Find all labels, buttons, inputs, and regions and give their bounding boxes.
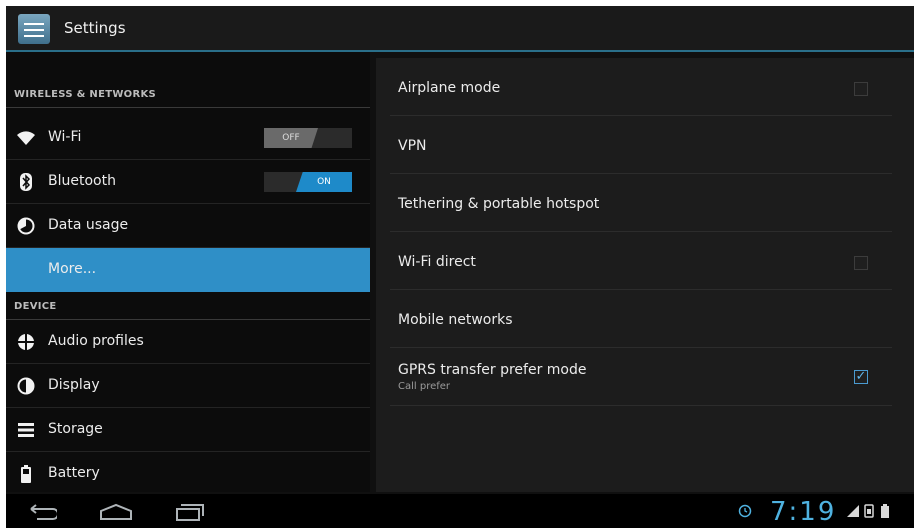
wifi-direct-checkbox[interactable] [854,256,868,270]
action-bar: Settings [6,6,914,52]
sidebar-item-label: Storage [48,421,103,437]
sidebar-item-wifi[interactable]: Wi-Fi OFF [6,116,370,160]
alarm-icon [738,503,752,522]
sidebar-item-data-usage[interactable]: Data usage [6,204,370,248]
setting-label: VPN [398,138,427,154]
sidebar-item-label: Audio profiles [48,333,144,349]
app-title: Settings [64,19,126,37]
settings-sidebar: WIRELESS & NETWORKS Wi-Fi OFF Bluetooth … [6,52,370,492]
settings-screen: Settings WIRELESS & NETWORKS Wi-Fi OFF B… [6,6,914,528]
sidebar-item-more[interactable]: More... [6,248,370,292]
setting-sublabel: Call prefer [398,381,451,392]
setting-mobile-networks[interactable]: Mobile networks [376,290,906,348]
detail-pane: Airplane mode VPN Tethering & portable h… [376,58,914,492]
setting-label: Wi-Fi direct [398,254,476,270]
setting-gprs-transfer[interactable]: GPRS transfer prefer mode Call prefer ✓ [376,348,906,406]
sidebar-item-display[interactable]: Display [6,364,370,408]
battery-status-icon [880,503,890,522]
sim-icon [864,503,874,522]
setting-label: Airplane mode [398,80,501,96]
setting-tethering[interactable]: Tethering & portable hotspot [376,174,906,232]
sidebar-item-storage[interactable]: Storage [6,408,370,452]
gprs-transfer-checkbox[interactable]: ✓ [854,370,868,384]
toggle-off-label: OFF [264,128,318,148]
sidebar-item-battery[interactable]: Battery [6,452,370,496]
home-icon[interactable] [96,500,136,524]
status-clock: 7:19 [770,497,837,527]
setting-label: Mobile networks [398,312,513,328]
storage-icon [16,420,36,440]
sidebar-item-label: Display [48,377,100,393]
sidebar-item-label: Battery [48,465,100,481]
sidebar-item-label: Bluetooth [48,173,116,189]
sidebar-item-audio-profiles[interactable]: Audio profiles [6,320,370,364]
bluetooth-toggle[interactable]: ON [264,172,352,192]
wifi-toggle[interactable]: OFF [264,128,352,148]
toggle-on-label: ON [296,172,352,192]
section-divider [6,107,370,108]
audio-profiles-icon [16,332,36,352]
setting-airplane-mode[interactable]: Airplane mode [376,58,906,116]
section-header-label: DEVICE [14,301,57,312]
signal-icon [846,503,860,522]
system-nav-bar: 7:19 [6,494,914,528]
battery-icon [16,464,36,484]
section-header-label: WIRELESS & NETWORKS [14,89,157,100]
section-header-device: DEVICE [6,292,370,320]
bluetooth-icon [16,172,36,192]
data-usage-icon [16,216,36,236]
row-divider [390,405,892,406]
setting-label: Tethering & portable hotspot [398,196,600,212]
display-icon [16,376,36,396]
settings-sliders-icon[interactable] [18,14,50,44]
sidebar-item-label: More... [48,261,97,277]
sidebar-item-label: Wi-Fi [48,129,82,145]
back-icon[interactable] [22,500,62,524]
sidebar-item-bluetooth[interactable]: Bluetooth ON [6,160,370,204]
setting-wifi-direct[interactable]: Wi-Fi direct [376,232,906,290]
sidebar-item-label: Data usage [48,217,129,233]
section-header-wireless: WIRELESS & NETWORKS [6,80,370,108]
recent-apps-icon[interactable] [170,500,210,524]
wifi-icon [16,128,36,148]
setting-vpn[interactable]: VPN [376,116,906,174]
setting-label: GPRS transfer prefer mode [398,362,587,378]
airplane-mode-checkbox[interactable] [854,82,868,96]
